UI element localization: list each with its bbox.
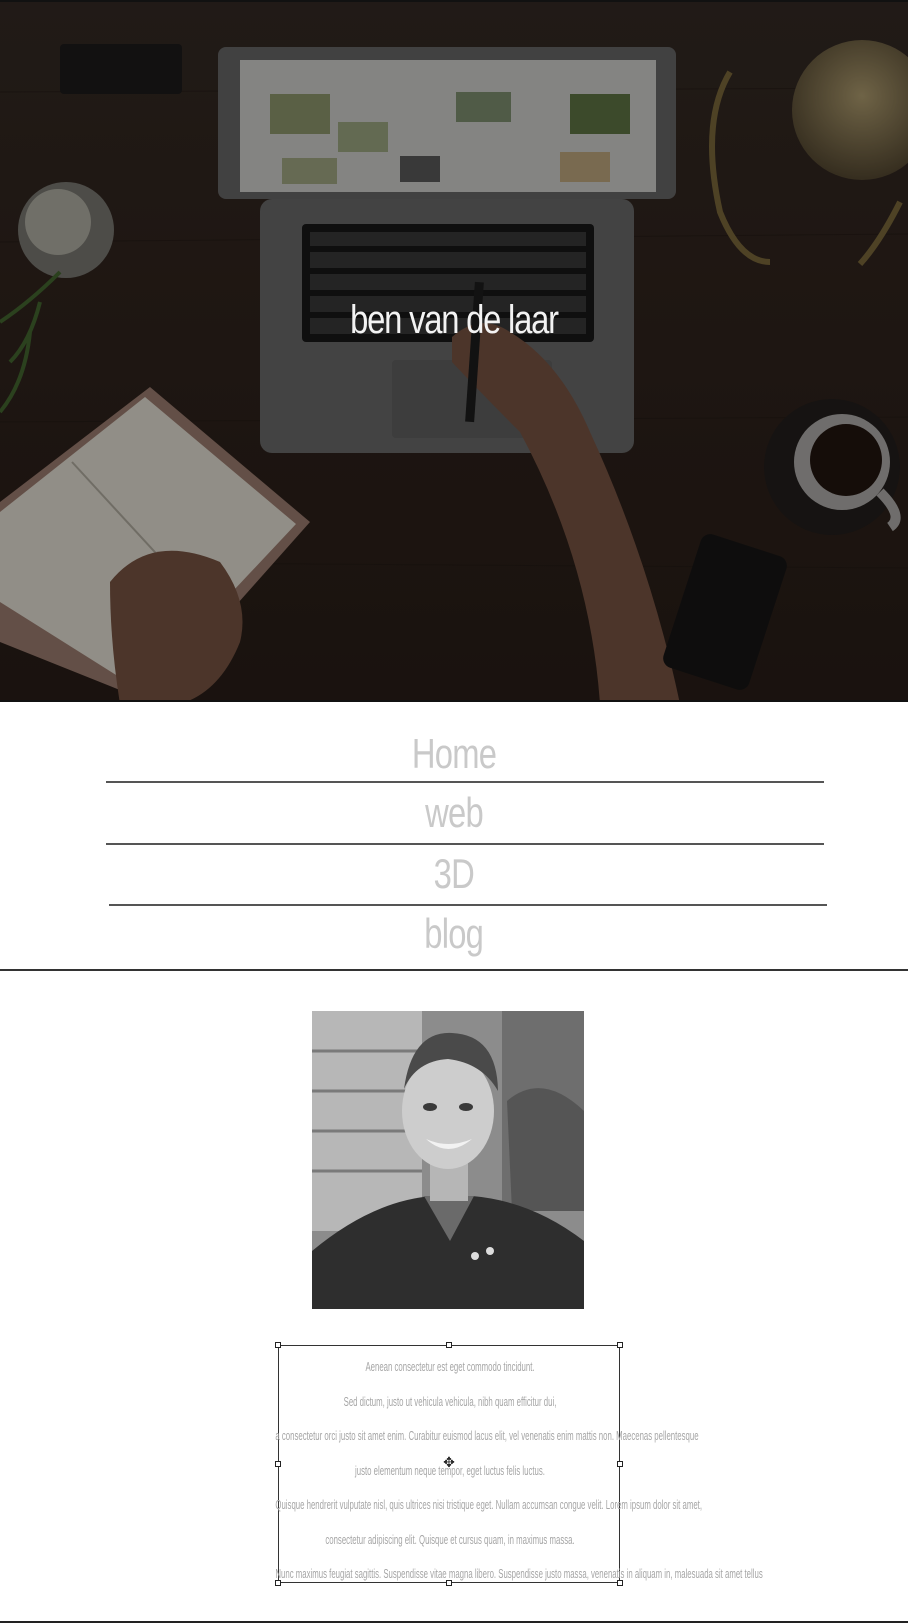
- profile-photo: [312, 1011, 584, 1309]
- hero-banner: ben van de laar: [0, 0, 908, 702]
- about-line: a consectetur orci justo sit amet enim. …: [275, 1428, 699, 1443]
- resize-handle-left[interactable]: [275, 1461, 281, 1467]
- move-icon[interactable]: ✥: [441, 1455, 457, 1471]
- footer-divider: [0, 1621, 908, 1623]
- nav-divider: [106, 843, 824, 845]
- about-line: Sed dictum, justo ut vehicula vehicula, …: [343, 1393, 557, 1409]
- nav-item-blog[interactable]: blog: [0, 910, 908, 958]
- nav-divider: [106, 781, 824, 783]
- resize-handle-bottom-left[interactable]: [275, 1580, 281, 1586]
- about-line: Nunc maximus feugiat sagittis. Suspendis…: [275, 1566, 763, 1581]
- profile-image: [312, 1011, 584, 1309]
- nav-item-blog-label: blog: [424, 910, 485, 957]
- nav-item-3d[interactable]: 3D: [0, 850, 908, 898]
- nav-item-3d-label: 3D: [433, 850, 475, 897]
- nav-item-home[interactable]: Home: [0, 730, 908, 778]
- hero-image: [0, 2, 908, 700]
- about-line: Aenean consectetur est eget commodo tinc…: [365, 1359, 535, 1374]
- about-line: consectetur adipiscing elit. Quisque et …: [325, 1531, 575, 1547]
- nav-item-web[interactable]: web: [0, 789, 908, 837]
- site-title: ben van de laar: [350, 298, 559, 342]
- nav-item-web-label: web: [425, 789, 484, 836]
- nav-divider: [109, 904, 827, 906]
- resize-handle-bottom-right[interactable]: [617, 1580, 623, 1586]
- nav-item-home-label: Home: [411, 730, 497, 777]
- resize-handle-top-right[interactable]: [617, 1342, 623, 1348]
- resize-handle-right[interactable]: [617, 1461, 623, 1467]
- resize-handle-top[interactable]: [446, 1342, 452, 1348]
- main-nav: Home web 3D blog: [0, 702, 908, 971]
- resize-handle-top-left[interactable]: [275, 1342, 281, 1348]
- about-line: Quisque hendrerit vulputate nisl, quis u…: [275, 1497, 703, 1512]
- resize-handle-bottom[interactable]: [446, 1580, 452, 1586]
